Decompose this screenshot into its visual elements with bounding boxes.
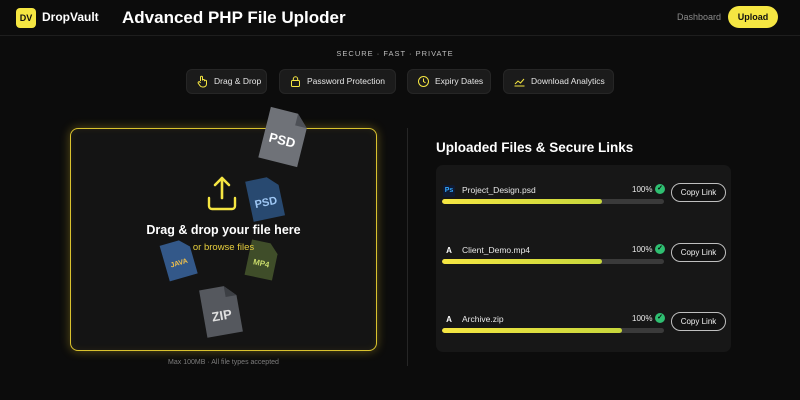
psd-file-icon: PSD	[258, 106, 307, 168]
check-circle-icon: ✓	[655, 313, 665, 323]
top-header: DV DropVault Advanced PHP File Uploder D…	[0, 0, 800, 36]
progress-bar	[442, 199, 664, 204]
browse-files-link[interactable]: or browse files	[70, 242, 377, 253]
copy-link-button[interactable]: Copy Link	[671, 243, 726, 262]
tagline: SECURE · FAST · PRIVATE	[336, 49, 454, 58]
logo[interactable]: DV	[16, 8, 36, 28]
files-panel-title: Uploaded Files & Secure Links	[436, 140, 634, 155]
file-name: Client_Demo.mp4	[462, 245, 531, 255]
copy-link-button[interactable]: Copy Link	[671, 183, 726, 202]
upload-percent: 100%	[632, 185, 653, 194]
file-row: A Client_Demo.mp4 100% ✓ Copy Link	[436, 239, 731, 279]
check-circle-icon: ✓	[655, 184, 665, 194]
file-type-icon: A	[446, 315, 452, 324]
divider	[407, 128, 408, 366]
check-circle-icon: ✓	[655, 244, 665, 254]
file-row: A Archive.zip 100% ✓ Copy Link	[436, 308, 731, 348]
brand-name[interactable]: DropVault	[42, 10, 99, 24]
file-row: Ps Project_Design.psd 100% ✓ Copy Link	[436, 179, 731, 219]
nav-link-dashboard[interactable]: Dashboard	[677, 12, 721, 22]
upload-button[interactable]: Upload	[728, 6, 778, 28]
feature-chip-expiry: Expiry Dates	[407, 69, 491, 94]
file-name: Project_Design.psd	[462, 185, 536, 195]
progress-bar-fill	[442, 259, 602, 264]
chart-line-icon	[514, 78, 525, 87]
hand-pointer-icon	[197, 75, 207, 88]
feature-label: Expiry Dates	[435, 76, 484, 86]
copy-link-button[interactable]: Copy Link	[671, 312, 726, 331]
feature-chip-password: Password Protection	[279, 69, 396, 94]
progress-bar	[442, 259, 664, 264]
progress-bar-fill	[442, 199, 602, 204]
file-type-icon: A	[446, 246, 452, 255]
feature-label: Drag & Drop	[214, 76, 262, 86]
zip-file-icon: ZIP	[199, 286, 243, 338]
feature-chip-drag-drop: Drag & Drop	[186, 69, 267, 94]
upload-percent: 100%	[632, 245, 653, 254]
psd-file-icon: PSD	[245, 177, 286, 222]
progress-bar	[442, 328, 664, 333]
progress-bar-fill	[442, 328, 622, 333]
clock-icon	[418, 76, 429, 87]
feature-label: Download Analytics	[531, 76, 605, 86]
feature-label: Password Protection	[307, 76, 385, 86]
dropzone-title: Drag & drop your file here	[146, 223, 301, 237]
upload-percent: 100%	[632, 314, 653, 323]
dropzone-hint: Max 100MB · All file types accepted	[168, 359, 279, 366]
upload-arrow-icon	[207, 176, 237, 211]
lock-icon	[291, 76, 300, 87]
feature-chip-analytics: Download Analytics	[503, 69, 614, 94]
file-name: Archive.zip	[462, 314, 504, 324]
photoshop-file-icon: Ps	[443, 185, 455, 197]
page-title: Advanced PHP File Uploder	[122, 8, 346, 27]
